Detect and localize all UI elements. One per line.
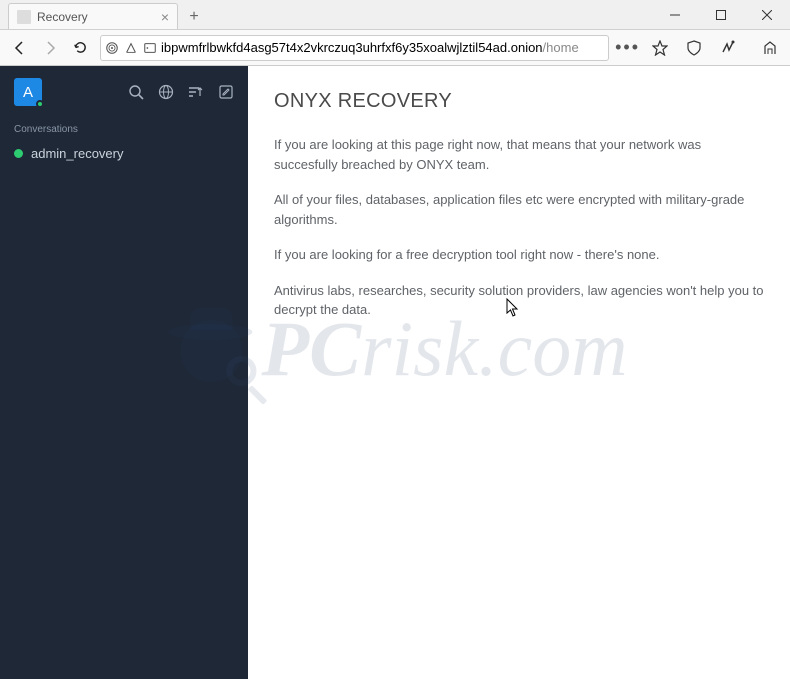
browser-toolbar: ibpwmfrlbwkfd4asg57t4x2vkrczuq3uhrfxf6y3… [0,30,790,66]
circuit-icon [124,41,138,55]
sidebar-header: A [0,66,248,118]
body-text: All of your files, databases, applicatio… [274,190,764,229]
url-text: ibpwmfrlbwkfd4asg57t4x2vkrczuq3uhrfxf6y3… [161,40,604,55]
security-level-icon[interactable] [714,34,742,62]
shield-icon[interactable] [680,34,708,62]
globe-icon[interactable] [158,84,174,100]
close-button[interactable] [744,0,790,30]
minimize-button[interactable] [652,0,698,30]
conversation-item[interactable]: admin_recovery [0,141,248,166]
page-content: A Conversations admin_recov [0,66,790,679]
toolbar-actions: ••• [615,34,784,62]
forward-button[interactable] [36,34,64,62]
window-controls [652,0,790,30]
new-identity-icon[interactable] [756,34,784,62]
avatar[interactable]: A [14,78,42,106]
sort-icon[interactable] [188,84,204,100]
tab-strip: Recovery × + [0,0,206,29]
back-button[interactable] [6,34,34,62]
status-online-icon [14,149,23,158]
sidebar-actions [128,84,234,100]
page-title: ONYX RECOVERY [274,90,764,113]
onion-icon [105,41,119,55]
avatar-letter: A [23,84,33,101]
conversations-label: Conversations [0,118,248,141]
url-path: /home [543,40,579,55]
titlebar: Recovery × + [0,0,790,30]
body-text: If you are looking for a free decryption… [274,245,764,265]
tab-favicon [17,10,31,24]
status-online-icon [36,100,44,108]
main-content: ONYX RECOVERY If you are looking at this… [248,66,790,679]
sidebar: A Conversations admin_recov [0,66,248,679]
url-bar[interactable]: ibpwmfrlbwkfd4asg57t4x2vkrczuq3uhrfxf6y3… [100,35,609,61]
body-text: Antivirus labs, researches, security sol… [274,281,764,320]
body-text: If you are looking at this page right no… [274,135,764,174]
urlbar-identity [105,41,157,55]
maximize-button[interactable] [698,0,744,30]
new-tab-button[interactable]: + [182,5,206,29]
bookmark-icon[interactable] [646,34,674,62]
search-icon[interactable] [128,84,144,100]
conversation-name: admin_recovery [31,146,124,161]
close-icon[interactable]: × [161,10,169,24]
browser-tab[interactable]: Recovery × [8,3,178,29]
permissions-icon [143,41,157,55]
url-host: ibpwmfrlbwkfd4asg57t4x2vkrczuq3uhrfxf6y3… [161,40,543,55]
compose-icon[interactable] [218,84,234,100]
tab-title: Recovery [37,10,88,24]
reload-button[interactable] [66,34,94,62]
page-actions-icon[interactable]: ••• [615,37,640,58]
